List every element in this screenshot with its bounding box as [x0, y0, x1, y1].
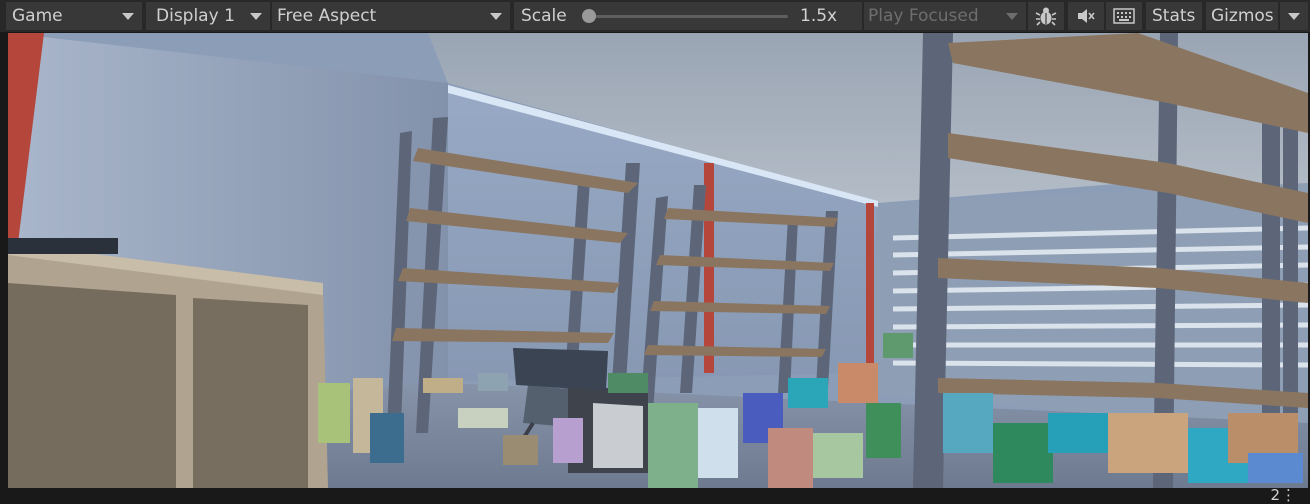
- game-view-dropdown[interactable]: Game: [6, 2, 142, 30]
- display-label: Display 1: [156, 6, 235, 26]
- keyboard-button[interactable]: [1106, 2, 1142, 30]
- chevron-down-icon: [122, 13, 134, 20]
- bug-icon: [1035, 7, 1057, 26]
- bug-button[interactable]: [1028, 2, 1064, 30]
- chevron-down-icon: [1006, 13, 1018, 20]
- play-mode-dropdown[interactable]: Play Focused: [864, 2, 1026, 30]
- scale-label: Scale: [521, 6, 567, 26]
- chevron-down-icon: [1288, 13, 1300, 20]
- stats-button[interactable]: Stats: [1146, 2, 1202, 30]
- keyboard-icon: [1113, 8, 1135, 24]
- status-bar: 2 ⋮: [0, 486, 1310, 504]
- chevron-down-icon: [250, 13, 262, 20]
- mute-audio-icon: [1078, 9, 1095, 23]
- gizmos-button[interactable]: Gizmos: [1206, 2, 1278, 30]
- game-viewport[interactable]: [8, 33, 1308, 488]
- chevron-down-icon: [490, 13, 502, 20]
- more-options-icon[interactable]: ⋮: [1281, 486, 1296, 504]
- aspect-label: Free Aspect: [277, 6, 377, 26]
- mute-audio-button[interactable]: [1068, 2, 1104, 30]
- game-scene-render: [8, 33, 1308, 488]
- stats-label: Stats: [1152, 6, 1196, 26]
- gizmos-label: Gizmos: [1211, 6, 1274, 26]
- game-view-label: Game: [12, 6, 63, 26]
- scale-slider-thumb[interactable]: [582, 9, 596, 23]
- gizmos-dropdown[interactable]: [1280, 2, 1308, 30]
- game-view-toolbar: Game Display 1 Free Aspect Scale 1.5x Pl…: [0, 0, 1310, 32]
- scale-value: 1.5x: [800, 6, 838, 26]
- aspect-dropdown[interactable]: Free Aspect: [272, 2, 510, 30]
- play-mode-label: Play Focused: [868, 6, 979, 26]
- status-indicator: 2: [1270, 486, 1280, 504]
- display-dropdown[interactable]: Display 1: [146, 2, 270, 30]
- scale-slider-track[interactable]: [588, 15, 788, 18]
